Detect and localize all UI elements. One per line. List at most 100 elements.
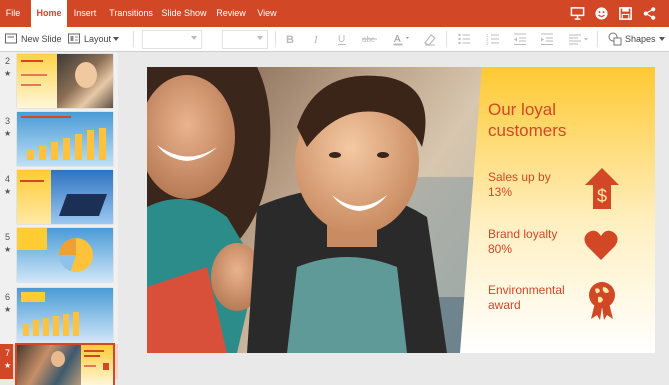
preview-bar <box>63 138 70 160</box>
ribbon-divider <box>597 31 598 47</box>
italic-icon[interactable]: I <box>309 32 323 46</box>
svg-text:B: B <box>286 34 294 46</box>
font-name-arrow-icon <box>191 36 197 40</box>
home-ribbon: New Slide Layout B I U abc A 123 Shapes <box>0 27 669 52</box>
preview-panel <box>21 292 45 302</box>
smiley-feedback-icon[interactable] <box>594 6 609 21</box>
tab-file[interactable]: File <box>0 0 26 27</box>
preview-bar <box>73 312 79 336</box>
animation-star-icon: ★ <box>4 129 12 138</box>
preview-pie <box>59 238 93 272</box>
svg-text:U: U <box>338 34 345 45</box>
preview-text-line <box>84 350 104 352</box>
animation-star-icon: ★ <box>4 187 12 196</box>
preview-bar <box>33 320 39 336</box>
bullets-icon[interactable] <box>457 32 471 46</box>
preview-text-line <box>21 74 47 76</box>
environmental-award-text[interactable]: Environmental award <box>488 283 588 313</box>
preview-face <box>51 351 65 367</box>
slide-number: 6 <box>5 292 11 302</box>
slide-number: 4 <box>5 174 11 184</box>
layout-button[interactable]: Layout <box>68 31 124 47</box>
shapes-dropdown-arrow-icon <box>659 37 665 41</box>
slide-number: 5 <box>5 232 11 242</box>
preview-bar <box>51 142 58 160</box>
strikethrough-icon[interactable]: abc <box>361 32 381 46</box>
animation-star-icon: ★ <box>4 305 12 314</box>
preview-bar <box>75 134 82 160</box>
increase-indent-icon[interactable] <box>540 32 554 46</box>
preview-text-line <box>21 84 41 86</box>
slide-number: 2 <box>5 56 11 66</box>
animation-star-icon: ★ <box>4 69 12 78</box>
save-icon[interactable] <box>618 6 633 21</box>
tab-slide-show[interactable]: Slide Show <box>160 0 208 27</box>
heart-icon <box>584 230 618 260</box>
share-icon[interactable] <box>642 6 657 21</box>
tab-home[interactable]: Home <box>31 0 67 27</box>
slide-preview <box>17 112 113 166</box>
slide-title[interactable]: Our loyal customers <box>488 99 608 141</box>
font-size-dropdown[interactable] <box>222 30 268 49</box>
brand-loyalty-text[interactable]: Brand loyalty 80% <box>488 227 574 257</box>
new-slide-label: New Slide <box>21 34 62 44</box>
svg-text:I: I <box>313 34 319 46</box>
svg-text:A: A <box>394 34 401 45</box>
svg-text:$: $ <box>597 186 607 206</box>
font-size-arrow-icon <box>257 36 263 40</box>
preview-bar <box>63 314 69 336</box>
ribbon-divider <box>446 31 447 47</box>
preview-photo <box>17 345 81 385</box>
svg-text:3: 3 <box>486 41 489 46</box>
preview-text-line <box>20 180 44 182</box>
preview-icon <box>103 363 109 370</box>
slide-number: 7 <box>5 348 11 358</box>
preview-text-line <box>21 60 43 62</box>
preview-text-line <box>21 116 71 118</box>
slide-thumbnail-pane: 2 ★ 3 ★ 4 ★ 5 ★ 6 ★ 7 ★ <box>0 52 118 385</box>
preview-bar <box>27 150 34 160</box>
shapes-label: Shapes <box>625 34 656 44</box>
slide-thumbnail-7[interactable]: 7 ★ <box>0 343 118 385</box>
layout-icon <box>68 33 80 44</box>
ribbon-tab-bar: File Home Insert Transitions Slide Show … <box>0 0 669 27</box>
preview-face <box>75 62 97 88</box>
sales-text[interactable]: Sales up by 13% <box>488 170 568 200</box>
align-dropdown-icon[interactable] <box>568 32 590 46</box>
underline-icon[interactable]: U <box>335 32 349 46</box>
ribbon-divider <box>133 31 134 47</box>
font-name-dropdown[interactable] <box>142 30 202 49</box>
present-icon[interactable] <box>570 6 585 21</box>
tab-view[interactable]: View <box>253 0 281 27</box>
globe-award-icon <box>589 282 615 320</box>
preview-panel <box>17 228 47 250</box>
preview-bar <box>87 130 94 160</box>
slide-preview <box>17 228 113 282</box>
tab-transitions[interactable]: Transitions <box>106 0 156 27</box>
preview-bar <box>23 324 29 336</box>
slide-preview <box>15 343 115 385</box>
preview-solar-panel <box>58 194 108 216</box>
clear-formatting-icon[interactable] <box>423 32 437 46</box>
animation-star-icon: ★ <box>4 361 12 370</box>
bold-icon[interactable]: B <box>283 32 297 46</box>
slide-preview <box>17 170 113 224</box>
slide-number: 3 <box>5 116 11 126</box>
slide-preview <box>17 288 113 342</box>
shapes-button[interactable]: Shapes <box>608 31 666 47</box>
numbering-icon[interactable]: 123 <box>486 32 500 46</box>
font-color-icon[interactable]: A <box>392 32 412 46</box>
preview-bar <box>39 146 46 160</box>
tab-review[interactable]: Review <box>213 0 249 27</box>
layout-dropdown-arrow-icon <box>113 37 119 41</box>
animation-star-icon: ★ <box>4 245 12 254</box>
decrease-indent-icon[interactable] <box>513 32 527 46</box>
ribbon-divider <box>275 31 276 47</box>
preview-bar <box>53 316 59 336</box>
shapes-icon <box>608 32 622 46</box>
preview-panel <box>17 170 51 224</box>
loyalty-panel[interactable]: Our loyal customers Sales up by 13% $ Br… <box>460 67 655 353</box>
dollar-arrow-icon: $ <box>585 168 619 209</box>
tab-insert[interactable]: Insert <box>69 0 101 27</box>
preview-bar <box>43 318 49 336</box>
